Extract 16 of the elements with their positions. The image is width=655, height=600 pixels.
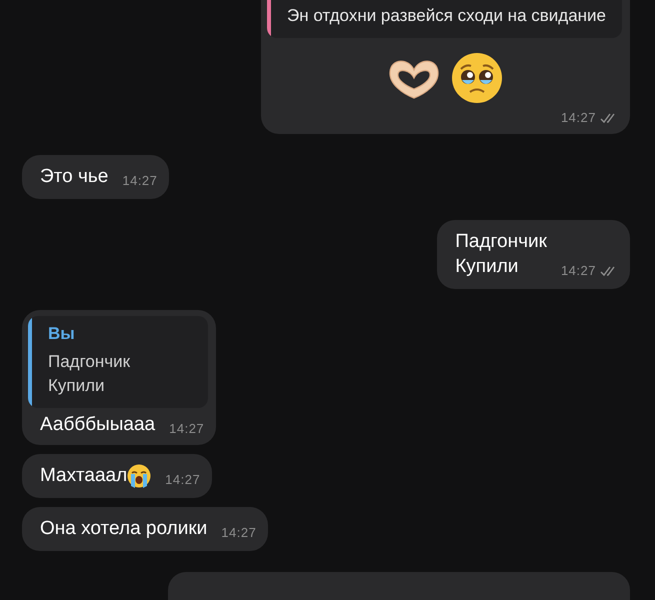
message-time: 14:27 [560,110,596,125]
reply-text: Падгончик Купили [48,351,130,397]
reply-text: Эн отдохни развейся сходи на свидание [287,5,606,27]
message-text: Падгончик Купили [455,230,547,279]
reply-quote[interactable]: Эн отдохни развейся сходи на свидание [267,0,622,38]
message-time: 14:27 [560,263,596,278]
message-time: 14:27 [165,472,200,487]
message-text: Аабббыыааа [40,413,156,437]
message-text: Это чье [40,165,108,189]
message-text: Она хотела ролики [40,517,208,541]
message-time: 14:27 [169,421,204,436]
message-text: Махтааал [40,464,128,488]
message-time: 14:27 [221,525,256,540]
message-time: 14:27 [122,173,158,188]
reply-author: Вы [48,324,76,344]
reply-quote[interactable]: Вы Падгончик Купили [28,316,208,408]
